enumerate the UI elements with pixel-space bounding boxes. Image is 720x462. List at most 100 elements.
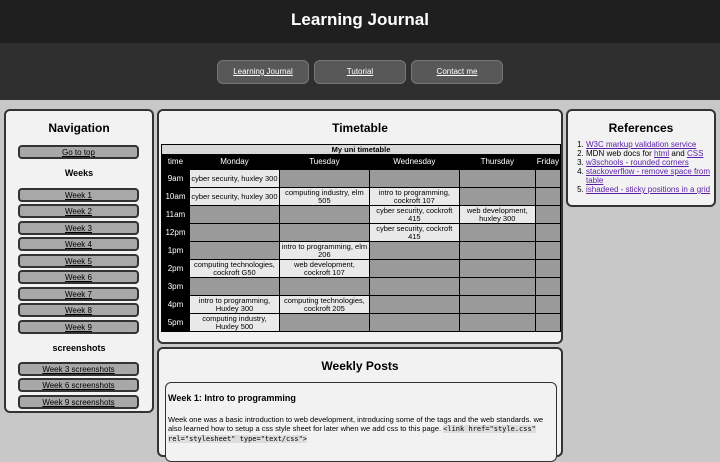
weekly-posts-title: Weekly Posts [321, 359, 399, 373]
timetable-time-cell: 1pm [161, 241, 190, 260]
week-9-screenshots-link[interactable]: Week 9 screenshots [18, 395, 139, 409]
navigation-panel: Navigation Go to top Weeks Week 1 Week 2… [4, 109, 154, 413]
week-9-link[interactable]: Week 9 [18, 320, 139, 334]
timetable-cell [458, 187, 536, 206]
weekly-posts-panel: Weekly Posts Week 1: Intro to programmin… [157, 347, 563, 462]
week-3-screenshots-link[interactable]: Week 3 screenshots [18, 362, 139, 376]
reference-item: stackoverflow - remove space from table [586, 167, 714, 185]
timetable-time-cell: 9am [161, 169, 190, 188]
timetable-row: 3pm [161, 277, 562, 296]
timetable-row: 5pm computing industry, Huxley 500 [161, 313, 562, 332]
timetable-cell [534, 241, 562, 260]
timetable-row: 10am cyber security, huxley 300 computing … [161, 187, 562, 206]
timetable-cell [368, 259, 460, 278]
timetable-cell: web development, huxley 300 [458, 205, 536, 224]
weeks-heading: Weeks [64, 168, 94, 178]
nav-learning-journal-button[interactable]: Learning Journal [217, 60, 309, 84]
timetable-cell [188, 205, 280, 224]
week-6-screenshots-link[interactable]: Week 6 screenshots [18, 378, 139, 392]
week-1-post: Week 1: Intro to programming Week one wa… [165, 382, 557, 462]
reference-link[interactable]: ishadeed - sticky positions in a grid [586, 185, 710, 194]
timetable-time-cell: 4pm [161, 295, 190, 314]
reference-text: MDN web docs for [586, 149, 655, 158]
timetable-cell [278, 277, 370, 296]
timetable-cell [368, 277, 460, 296]
timetable-cell [458, 169, 536, 188]
week-1-link[interactable]: Week 1 [18, 188, 139, 202]
week-8-link[interactable]: Week 8 [18, 303, 139, 317]
timetable-header-5: Friday [534, 154, 562, 170]
timetable-cell [458, 313, 536, 332]
timetable-cell [188, 241, 280, 260]
references-panel: References W3C markup validation service… [566, 109, 716, 207]
timetable-time-cell: 2pm [161, 259, 190, 278]
reference-item: W3C markup validation service [586, 140, 714, 149]
week-2-link[interactable]: Week 2 [18, 204, 139, 218]
week-7-link[interactable]: Week 7 [18, 287, 139, 301]
reference-link[interactable]: w3schools - rounded corners [586, 158, 689, 167]
timetable-cell [458, 223, 536, 242]
timetable-cell: cyber security, cockroft 415 [368, 223, 460, 242]
timetable-cell: intro to programming, Huxley 300 [188, 295, 280, 314]
timetable-time-cell: 11am [161, 205, 190, 224]
timetable-title: Timetable [332, 121, 388, 135]
timetable-cell: intro to programming, elm 206 [278, 241, 370, 260]
week-1-post-text: Week one was a basic introduction to web… [168, 415, 554, 444]
timetable-cell: web development, cockroft 107 [278, 259, 370, 278]
go-to-top-button[interactable]: Go to top [18, 145, 139, 159]
timetable-caption: My uni timetable [161, 144, 561, 155]
references-list: W3C markup validation serviceMDN web doc… [568, 140, 714, 194]
week-4-link[interactable]: Week 4 [18, 237, 139, 251]
references-title: References [608, 121, 674, 135]
timetable-header-3: Wednesday [368, 154, 460, 170]
timetable-cell [458, 241, 536, 260]
reference-link[interactable]: CSS [687, 149, 703, 158]
reference-item: MDN web docs for html and CSS [586, 149, 714, 158]
timetable-cell: computing industry, elm 505 [278, 187, 370, 206]
timetable-cell [458, 277, 536, 296]
reference-text: and [669, 149, 687, 158]
timetable-header-0: time [161, 154, 190, 170]
timetable-row: 4pm intro to programming, Huxley 300 compu… [161, 295, 562, 314]
timetable-time-cell: 12pm [161, 223, 190, 242]
timetable-cell [534, 187, 562, 206]
timetable-panel: Timetable My uni timetable time Monday Tue… [157, 109, 563, 344]
nav-tutorial-button[interactable]: Tutorial [314, 60, 406, 84]
week-3-link[interactable]: Week 3 [18, 221, 139, 235]
timetable-cell [534, 169, 562, 188]
timetable-cell: intro to programming, cockroft 107 [368, 187, 460, 206]
timetable-cell [368, 313, 460, 332]
timetable-cell [278, 169, 370, 188]
nav-contact-button[interactable]: Contact me [411, 60, 503, 84]
timetable-row: 2pm computing technologies, cockroft G50 w… [161, 259, 562, 278]
timetable-cell: computing technologies, cockroft 205 [278, 295, 370, 314]
timetable-cell [188, 223, 280, 242]
timetable-cell [534, 205, 562, 224]
page-header: Learning Journal [0, 0, 720, 43]
week-6-link[interactable]: Week 6 [18, 270, 139, 284]
top-navigation: Learning Journal Tutorial Contact me [0, 43, 720, 100]
timetable-cell [534, 295, 562, 314]
timetable-row: 1pm intro to programming, elm 206 [161, 241, 562, 260]
timetable-cell [534, 223, 562, 242]
timetable-cell: cyber security, cockroft 415 [368, 205, 460, 224]
timetable-cell [534, 277, 562, 296]
timetable-cell [278, 205, 370, 224]
timetable-row: 12pm cyber security, cockroft 415 [161, 223, 562, 242]
timetable-cell [368, 295, 460, 314]
reference-link[interactable]: html [654, 149, 669, 158]
timetable-cell [278, 223, 370, 242]
timetable-cell [368, 169, 460, 188]
reference-item: w3schools - rounded corners [586, 158, 714, 167]
reference-link[interactable]: stackoverflow - remove space from table [586, 167, 710, 185]
timetable-cell: computing technologies, cockroft G50 [188, 259, 280, 278]
timetable-time-cell: 5pm [161, 313, 190, 332]
timetable-cell [458, 259, 536, 278]
reference-link[interactable]: W3C markup validation service [586, 140, 696, 149]
reference-item: ishadeed - sticky positions in a grid [586, 185, 714, 194]
timetable-time-cell: 3pm [161, 277, 190, 296]
timetable-cell [368, 241, 460, 260]
timetable-cell [534, 259, 562, 278]
week-5-link[interactable]: Week 5 [18, 254, 139, 268]
timetable-cell [188, 277, 280, 296]
